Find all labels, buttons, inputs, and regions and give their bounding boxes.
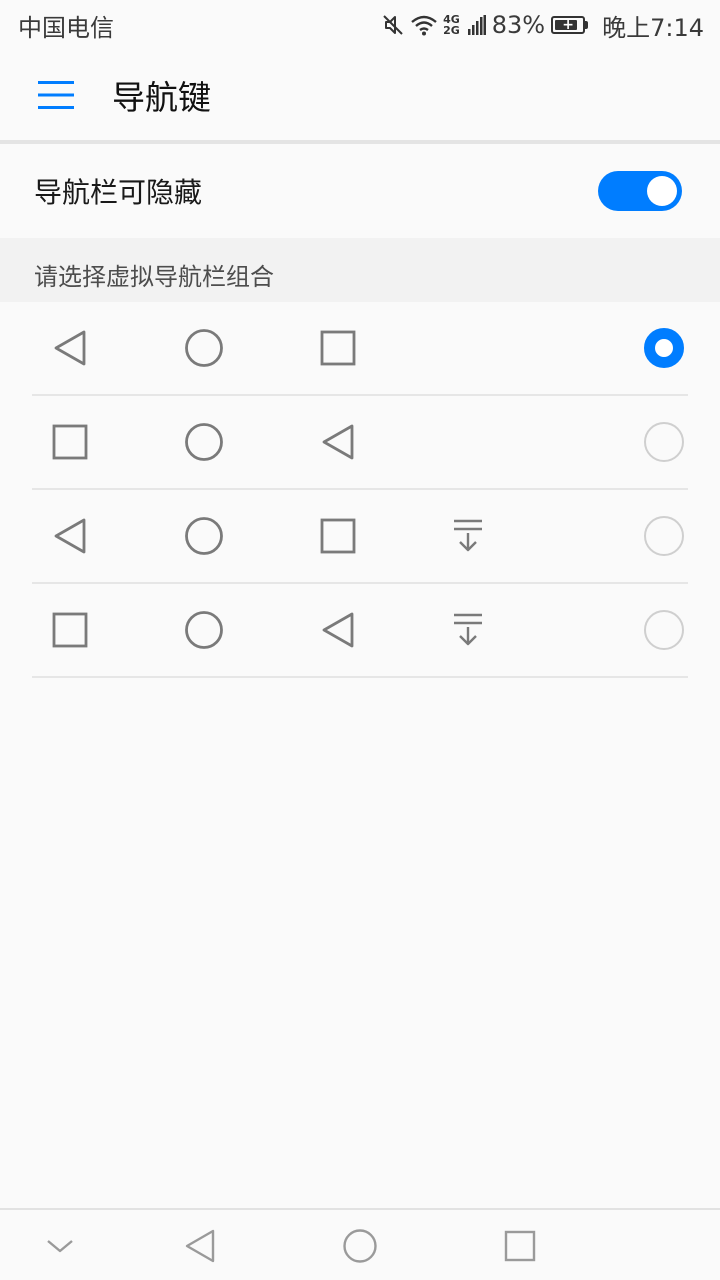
screen: 中国电信 4G 2G 83% + 晚上7:14 导航键 导航栏可隐藏 请选择虚拟… (0, 0, 720, 1280)
back-icon (50, 328, 90, 368)
notification-pulldown-icon (448, 610, 488, 650)
hide-navbar-button[interactable] (38, 1224, 82, 1268)
nav-recent-button[interactable] (498, 1224, 542, 1268)
option-keys (0, 302, 720, 394)
navbar-option-4[interactable] (0, 584, 720, 678)
option-keys (0, 396, 720, 488)
carrier-name: 中国电信 (18, 13, 114, 42)
status-icons: 4G 2G 83% + 晚上7:14 (381, 8, 704, 43)
hide-navbar-label: 导航栏可隐藏 (34, 176, 203, 209)
menu-icon (38, 81, 74, 109)
recent-apps-icon (50, 422, 90, 462)
home-icon (184, 422, 224, 462)
section-header-text: 请选择虚拟导航栏组合 (34, 263, 274, 291)
navbar-combination-list (0, 302, 720, 678)
option-radio[interactable] (644, 610, 684, 650)
wifi-icon (411, 14, 437, 36)
row-divider (32, 676, 688, 678)
menu-button[interactable] (0, 50, 112, 140)
battery-icon: + (551, 16, 589, 34)
notification-pulldown-icon (448, 516, 488, 556)
hide-navbar-row[interactable]: 导航栏可隐藏 (0, 144, 720, 238)
nav-back-button[interactable] (178, 1224, 222, 1268)
home-icon (184, 328, 224, 368)
navbar-option-1[interactable] (0, 302, 720, 396)
recent-apps-icon (318, 516, 358, 556)
mute-icon (381, 13, 405, 37)
back-icon (50, 516, 90, 556)
page-title: 导航键 (112, 78, 211, 117)
chevron-down-icon (47, 1240, 73, 1253)
home-icon (184, 610, 224, 650)
back-icon (318, 422, 358, 462)
option-radio[interactable] (644, 422, 684, 462)
network-type-bottom: 2G (443, 24, 460, 37)
nav-home-button[interactable] (338, 1224, 382, 1268)
recent-apps-icon (50, 610, 90, 650)
option-keys (0, 584, 720, 676)
switch-knob (647, 176, 677, 206)
option-radio[interactable] (644, 328, 684, 368)
section-header: 请选择虚拟导航栏组合 (0, 238, 720, 302)
navbar-option-2[interactable] (0, 396, 720, 490)
battery-percent: 83% (491, 11, 546, 39)
recent-apps-icon (318, 328, 358, 368)
option-keys (0, 490, 720, 582)
status-bar: 中国电信 4G 2G 83% + 晚上7:14 (0, 0, 720, 50)
back-icon (185, 1229, 215, 1263)
network-type: 4G 2G (443, 14, 460, 36)
clock: 晚上7:14 (602, 13, 704, 42)
hide-navbar-switch[interactable] (598, 171, 682, 211)
option-radio[interactable] (644, 516, 684, 556)
system-navigation-bar (0, 1208, 720, 1280)
home-icon (343, 1229, 377, 1263)
signal-icon (467, 15, 486, 35)
back-icon (318, 610, 358, 650)
app-bar: 导航键 (0, 50, 720, 140)
home-icon (184, 516, 224, 556)
recent-apps-icon (504, 1230, 536, 1262)
navbar-option-3[interactable] (0, 490, 720, 584)
